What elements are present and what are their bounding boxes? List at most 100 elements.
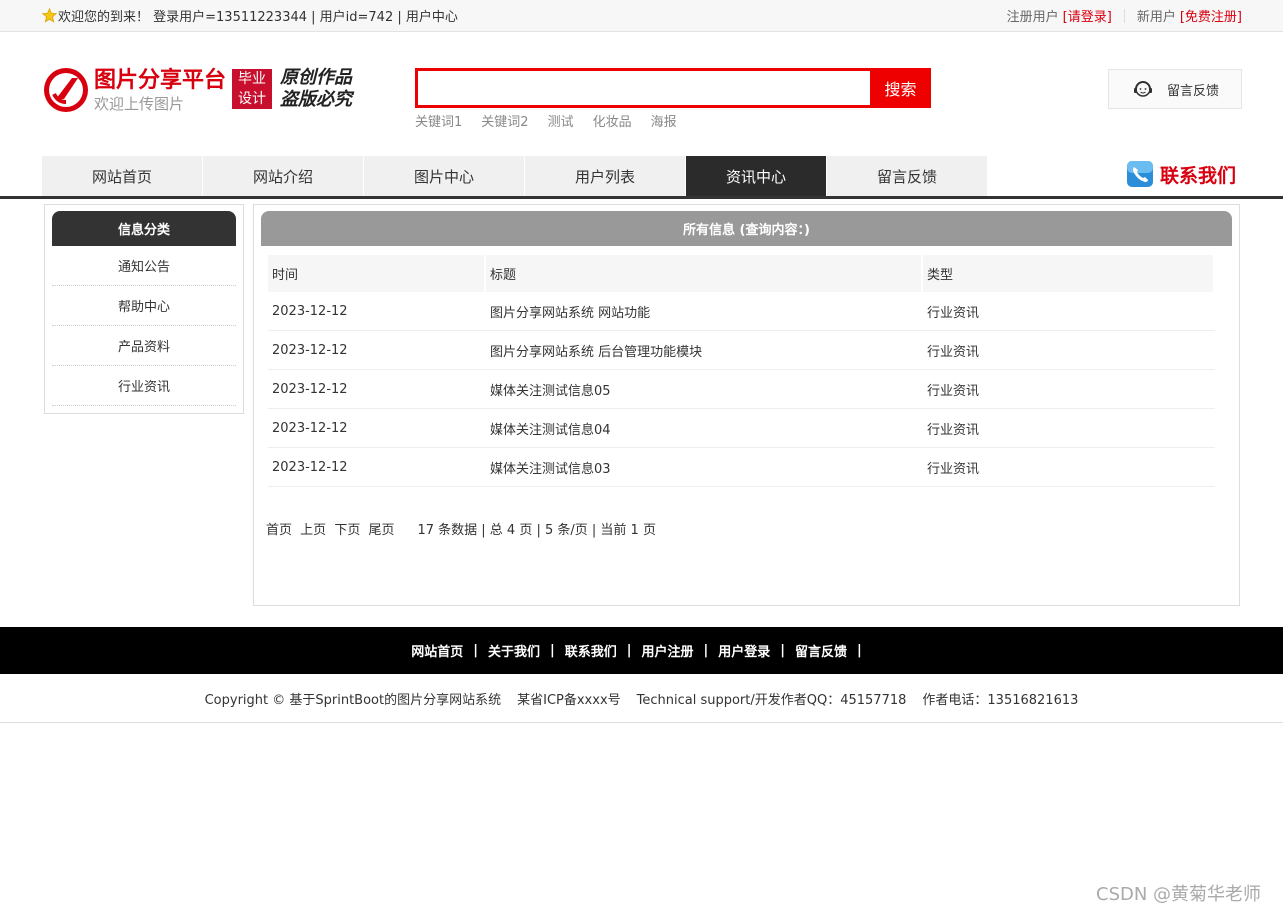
badge-line-1: 毕业: [238, 71, 266, 87]
header: 图片分享平台 欢迎上传图片 毕业 设计 原创作品 盗版必究 搜索 关键词1 关键…: [0, 32, 1283, 154]
logo-mark-icon: [44, 68, 88, 112]
cell-time: 2023-12-12: [268, 331, 486, 370]
nav-item-news[interactable]: 资讯中心: [686, 156, 826, 196]
login-link[interactable]: [请登录]: [1063, 6, 1112, 25]
table-row: 2023-12-12 媒体关注测试信息04 行业资讯: [268, 409, 1215, 448]
contact-us-label: 联系我们: [1160, 164, 1237, 187]
cell-title-link[interactable]: 媒体关注测试信息03: [486, 448, 923, 487]
nav-item-about[interactable]: 网站介绍: [203, 156, 363, 196]
table-row: 2023-12-12 图片分享网站系统 后台管理功能模块 行业资讯: [268, 331, 1215, 370]
signup-link[interactable]: [免费注册]: [1180, 6, 1242, 25]
pagination: 首页 上页 下页 尾页 17 条数据 | 总 4 页 | 5 条/页 | 当前 …: [266, 519, 1232, 538]
cell-type: 行业资讯: [923, 370, 1215, 409]
copyright-bar: Copyright © 基于SprintBoot的图片分享网站系统 某省ICP备…: [0, 674, 1283, 723]
column-header-title: 标题: [486, 255, 923, 292]
phone-icon: [1127, 161, 1153, 187]
panel-title: 所有信息 (查询内容：): [261, 211, 1232, 246]
register-label: 注册用户: [1006, 10, 1059, 25]
category-sidebar: 信息分类 通知公告 帮助中心 产品资料 行业资讯: [44, 204, 244, 414]
footer-link-register[interactable]: 用户注册: [642, 641, 694, 660]
table-row: 2023-12-12 媒体关注测试信息05 行业资讯: [268, 370, 1215, 409]
headset-icon: [1133, 81, 1152, 97]
star-icon: [42, 8, 57, 23]
watermark: CSDN @黄菊华老师: [1096, 884, 1262, 905]
cell-time: 2023-12-12: [268, 370, 486, 409]
divider: [1123, 8, 1125, 23]
sidebar-item-notice[interactable]: 通知公告: [52, 246, 236, 286]
pipe-divider: |: [857, 643, 862, 658]
keyword-link[interactable]: 化妆品: [593, 111, 632, 130]
keyword-link[interactable]: 测试: [548, 111, 574, 130]
cell-type: 行业资讯: [923, 409, 1215, 448]
new-user-label: 新用户: [1136, 10, 1176, 25]
keyword-link[interactable]: 海报: [651, 111, 677, 130]
news-panel: 所有信息 (查询内容：) 时间 标题 类型 2023-12-12 图片分享网站系…: [253, 204, 1240, 606]
support-text: Technical support/开发作者QQ：45157718: [636, 692, 907, 708]
sidebar-item-help[interactable]: 帮助中心: [52, 286, 236, 326]
nav-item-users[interactable]: 用户列表: [525, 156, 685, 196]
phone-text: 作者电话：13516821613: [922, 692, 1079, 708]
footer-link-login[interactable]: 用户登录: [718, 641, 770, 660]
badge-line-2: 设计: [238, 91, 266, 107]
search-area: 搜索 关键词1 关键词2 测试 化妆品 海报: [415, 68, 931, 130]
sidebar-item-industry[interactable]: 行业资讯: [52, 366, 236, 406]
logo-subtitle: 欢迎上传图片: [94, 95, 185, 113]
cell-type: 行业资讯: [923, 292, 1215, 331]
nav-item-feedback[interactable]: 留言反馈: [827, 156, 987, 196]
table-row: 2023-12-12 图片分享网站系统 网站功能 行业资讯: [268, 292, 1215, 331]
top-bar: 欢迎您的到来！ 登录用户=13511223344 | 用户id=742 | 用户…: [0, 0, 1283, 32]
nav-item-images[interactable]: 图片中心: [364, 156, 524, 196]
sidebar-title: 信息分类: [52, 211, 236, 246]
footer-link-home[interactable]: 网站首页: [411, 641, 463, 660]
cell-title-link[interactable]: 媒体关注测试信息05: [486, 370, 923, 409]
welcome-area: 欢迎您的到来！ 登录用户=13511223344 | 用户id=742 | 用户…: [42, 6, 458, 25]
cell-time: 2023-12-12: [268, 409, 486, 448]
pipe-divider: |: [549, 643, 555, 658]
hot-keywords: 关键词1 关键词2 测试 化妆品 海报: [415, 111, 931, 130]
pipe-divider: |: [473, 643, 478, 658]
slogan-line-1: 原创作品: [280, 67, 352, 88]
column-header-time: 时间: [268, 255, 486, 292]
pager-next-link[interactable]: 下页: [334, 523, 360, 538]
pipe-divider: |: [780, 643, 786, 658]
cell-title-link[interactable]: 媒体关注测试信息04: [486, 409, 923, 448]
keyword-link[interactable]: 关键词2: [481, 111, 528, 130]
news-table: 时间 标题 类型 2023-12-12 图片分享网站系统 网站功能 行业资讯 2…: [268, 255, 1215, 487]
cell-type: 行业资讯: [923, 331, 1215, 370]
main-nav: 网站首页 网站介绍 图片中心 用户列表 资讯中心 留言反馈 联系我们: [0, 156, 1283, 199]
pager-last-link[interactable]: 尾页: [368, 523, 394, 538]
nav-item-home[interactable]: 网站首页: [42, 156, 202, 196]
pipe-divider: |: [626, 643, 632, 658]
pipe-divider: |: [703, 643, 709, 658]
table-row: 2023-12-12 媒体关注测试信息03 行业资讯: [268, 448, 1215, 487]
contact-us-link[interactable]: 联系我们: [1126, 160, 1236, 188]
feedback-label: 留言反馈: [1166, 83, 1219, 99]
column-header-type: 类型: [923, 255, 1215, 292]
cell-type: 行业资讯: [923, 448, 1215, 487]
graduation-badge: 毕业 设计: [232, 69, 272, 109]
pager-first-link[interactable]: 首页: [266, 523, 292, 538]
cell-title-link[interactable]: 图片分享网站系统 网站功能: [486, 292, 923, 331]
pager-prev-link[interactable]: 上页: [300, 523, 326, 538]
search-input[interactable]: [415, 68, 870, 108]
slogan: 原创作品 盗版必究: [280, 67, 352, 111]
sidebar-item-product[interactable]: 产品资料: [52, 326, 236, 366]
keyword-link[interactable]: 关键词1: [415, 111, 462, 130]
auth-links: 注册用户 [请登录] 新用户 [免费注册]: [1007, 6, 1242, 25]
welcome-text[interactable]: 欢迎您的到来！ 登录用户=13511223344 | 用户id=742 | 用户…: [58, 6, 458, 25]
footer-link-feedback[interactable]: 留言反馈: [795, 641, 847, 660]
footer-link-about[interactable]: 关于我们: [488, 641, 540, 660]
search-button[interactable]: 搜索: [870, 68, 931, 108]
logo-title: 图片分享平台: [94, 68, 227, 93]
slogan-line-2: 盗版必究: [280, 89, 352, 110]
cell-title-link[interactable]: 图片分享网站系统 后台管理功能模块: [486, 331, 923, 370]
copyright-text: Copyright © 基于SprintBoot的图片分享网站系统: [204, 692, 502, 708]
feedback-button[interactable]: 留言反馈: [1108, 69, 1242, 109]
pager-info: 17 条数据 | 总 4 页 | 5 条/页 | 当前 1 页: [417, 523, 656, 538]
icp-text: 某省ICP备xxxx号: [517, 692, 621, 708]
site-logo[interactable]: 图片分享平台 欢迎上传图片: [42, 66, 226, 114]
footer-link-contact[interactable]: 联系我们: [565, 641, 617, 660]
cell-time: 2023-12-12: [268, 448, 486, 487]
cell-time: 2023-12-12: [268, 292, 486, 331]
footer-nav: 网站首页 | 关于我们 | 联系我们 | 用户注册 | 用户登录 | 留言反馈 |: [0, 627, 1283, 674]
